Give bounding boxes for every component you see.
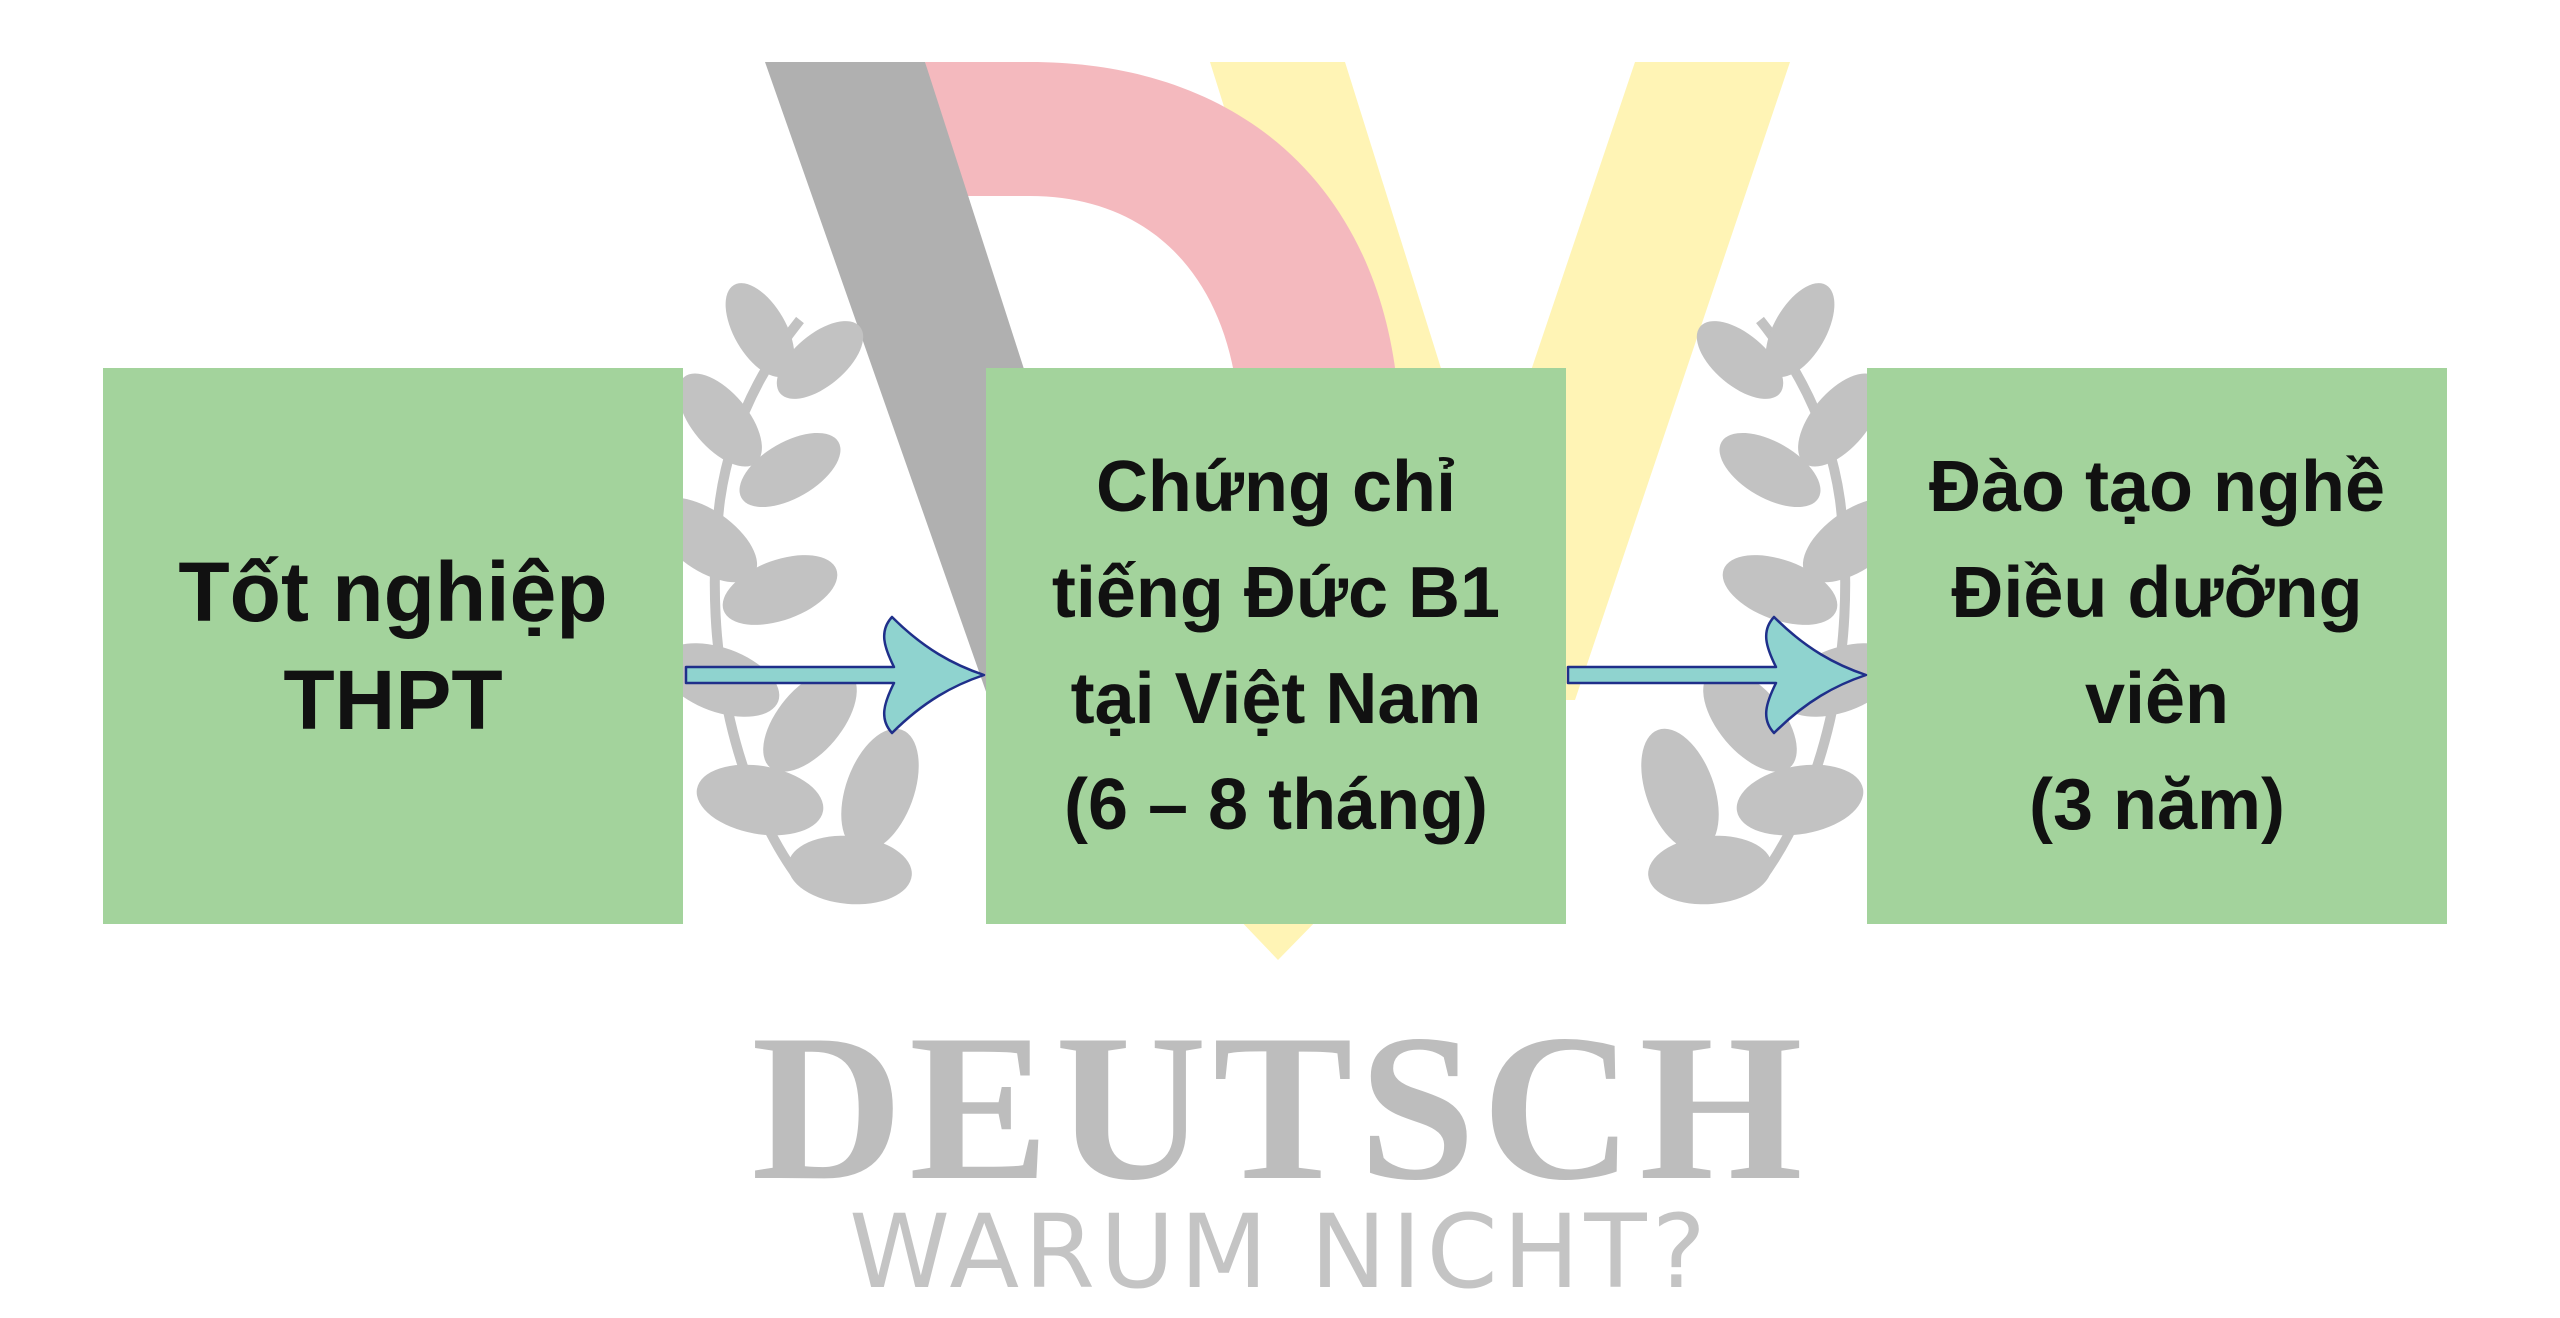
watermark-slogan-text: WARUM NICHT? <box>849 1193 1711 1312</box>
step-text-line: THPT <box>283 653 503 747</box>
step-text-line: Đào tạo nghề <box>1928 447 2385 527</box>
arrow-right-icon <box>684 615 986 735</box>
step-text-line: tại Việt Nam <box>1070 659 1482 739</box>
step-text-line: viên <box>2084 659 2230 739</box>
step-box-high-school: Tốt nghiệp THPT <box>103 368 683 924</box>
step-text-line: (3 năm) <box>2028 765 2286 845</box>
step-text-line: Chứng chỉ <box>1095 447 1457 527</box>
step-box-german-b1: Chứng chỉ tiếng Đức B1 tại Việt Nam (6 –… <box>986 368 1566 924</box>
step-text-line: tiếng Đức B1 <box>1051 553 1501 633</box>
step-text-line: Điều dưỡng <box>1951 553 2363 633</box>
watermark-brand-text: DEUTSCH <box>751 992 1809 1224</box>
step-text-line: (6 – 8 tháng) <box>1063 765 1489 845</box>
step-box-nursing-training: Đào tạo nghề Điều dưỡng viên (3 năm) <box>1867 368 2447 924</box>
step-text-line: Tốt nghiệp <box>178 545 608 639</box>
arrow-right-icon <box>1566 615 1868 735</box>
